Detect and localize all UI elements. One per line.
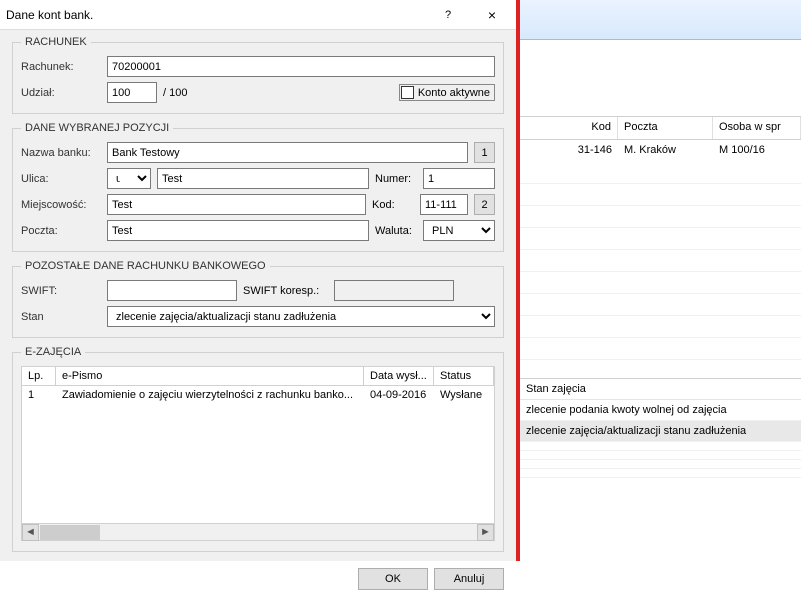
stan-zajecia-empty [520, 442, 801, 451]
col-data[interactable]: Data wysł... [364, 367, 434, 385]
ulica-input[interactable] [157, 168, 369, 189]
cell-lp: 1 [22, 386, 56, 404]
ezajecia-row[interactable]: 1 Zawiadomienie o zajęciu wierzytelności… [22, 386, 494, 404]
cell-data: 04-09-2016 [364, 386, 434, 404]
dane-pozycji-legend: DANE WYBRANEJ POZYCJI [21, 122, 173, 134]
swift-koresp-label: SWIFT koresp.: [243, 285, 328, 297]
scroll-thumb[interactable] [40, 525, 100, 540]
stan-zajecia-empty [520, 460, 801, 469]
poczta-input[interactable] [107, 220, 369, 241]
stan-zajecia-panel: Stan zajęcia zlecenie podania kwoty woln… [520, 378, 801, 478]
dialog-title: Dane kont bank. [6, 8, 93, 22]
pozostale-legend: POZOSTAŁE DANE RACHUNKU BANKOWEGO [21, 260, 270, 272]
help-icon: ? [445, 9, 451, 21]
help-button[interactable]: ? [426, 1, 470, 29]
ezajecia-header-row: Lp. e-Pismo Data wysł... Status [22, 367, 494, 386]
nazwa-banku-label: Nazwa banku: [21, 147, 101, 159]
waluta-label: Waluta: [375, 225, 417, 237]
ok-button[interactable]: OK [358, 568, 428, 590]
chevron-right-icon: ► [480, 526, 491, 538]
dane-pozycji-panel: DANE WYBRANEJ POZYCJI Nazwa banku: 1 Uli… [12, 122, 504, 252]
stan-zajecia-empty [520, 469, 801, 478]
grid-cell-kod: 31-146 [520, 140, 618, 162]
nazwa-lookup-button[interactable]: 1 [474, 142, 495, 163]
scroll-left-button[interactable]: ◄ [22, 524, 39, 541]
chevron-left-icon: ◄ [25, 526, 36, 538]
rachunek-label: Rachunek: [21, 61, 101, 73]
grid-header-row: Kod Poczta Osoba w spr [520, 116, 801, 140]
udzial-suffix: / 100 [163, 87, 187, 99]
dialog-dane-kont-bank: Dane kont bank. ? × RACHUNEK Rachunek: U… [0, 0, 520, 561]
kod-label: Kod: [372, 199, 414, 211]
grid-head-kod[interactable]: Kod [520, 117, 618, 139]
konto-aktywne-label: Konto aktywne [418, 87, 490, 99]
grid-empty-lines [520, 162, 801, 378]
col-epismo[interactable]: e-Pismo [56, 367, 364, 385]
cell-epismo: Zawiadomienie o zajęciu wierzytelności z… [56, 386, 364, 404]
col-status[interactable]: Status [434, 367, 494, 385]
stan-zajecia-item[interactable]: zlecenie podania kwoty wolnej od zajęcia [520, 400, 801, 421]
ezajecia-hscrollbar[interactable]: ◄ ► [22, 523, 494, 540]
ezajecia-panel: E-ZAJĘCIA Lp. e-Pismo Data wysł... Statu… [12, 346, 504, 552]
checkbox-box-icon [401, 86, 414, 99]
nazwa-banku-input[interactable] [107, 142, 468, 163]
stan-zajecia-empty [520, 451, 801, 460]
stan-zajecia-header: Stan zajęcia [520, 379, 801, 400]
grid-cell-poczta: M. Kraków [618, 140, 713, 162]
stan-zajecia-item-selected[interactable]: zlecenie zajęcia/aktualizacji stanu zadł… [520, 421, 801, 442]
scroll-right-button[interactable]: ► [477, 524, 494, 541]
grid-cell-osoba: M 100/16 [713, 140, 801, 162]
close-button[interactable]: × [470, 1, 514, 29]
numer-input[interactable] [423, 168, 495, 189]
kod-lookup-button[interactable]: 2 [474, 194, 495, 215]
miejscowosc-input[interactable] [107, 194, 366, 215]
background-top-band [520, 0, 801, 40]
swift-input[interactable] [107, 280, 237, 301]
close-icon: × [488, 7, 496, 23]
rachunek-panel: RACHUNEK Rachunek: Udział: / 100 Konto a… [12, 36, 504, 114]
waluta-select[interactable]: PLN [423, 220, 495, 241]
rachunek-input[interactable] [107, 56, 495, 77]
grid-head-poczta[interactable]: Poczta [618, 117, 713, 139]
grid-data-row[interactable]: 31-146 M. Kraków M 100/16 [520, 140, 801, 162]
poczta-label: Poczta: [21, 225, 101, 237]
col-lp[interactable]: Lp. [22, 367, 56, 385]
stan-label: Stan [21, 311, 101, 323]
titlebar: Dane kont bank. ? × [0, 0, 516, 30]
grid-head-osoba[interactable]: Osoba w spr [713, 117, 801, 139]
udzial-input[interactable] [107, 82, 157, 103]
background-panel: Kod Poczta Osoba w spr 31-146 M. Kraków … [520, 0, 801, 561]
cancel-button[interactable]: Anuluj [434, 568, 504, 590]
swift-label: SWIFT: [21, 285, 101, 297]
konto-aktywne-checkbox[interactable]: Konto aktywne [399, 84, 495, 101]
kod-input[interactable] [420, 194, 468, 215]
rachunek-legend: RACHUNEK [21, 36, 91, 48]
cell-status: Wysłane [434, 386, 494, 404]
udzial-label: Udział: [21, 87, 101, 99]
swift-koresp-input[interactable] [334, 280, 454, 301]
pozostale-panel: POZOSTAŁE DANE RACHUNKU BANKOWEGO SWIFT:… [12, 260, 504, 338]
miejscowosc-label: Miejscowość: [21, 199, 101, 211]
ulica-type-select[interactable]: ul. [107, 168, 151, 189]
ezajecia-table: Lp. e-Pismo Data wysł... Status 1 Zawiad… [21, 366, 495, 541]
ezajecia-legend: E-ZAJĘCIA [21, 346, 85, 358]
numer-label: Numer: [375, 173, 417, 185]
stan-select[interactable]: zlecenie zajęcia/aktualizacji stanu zadł… [107, 306, 495, 327]
ulica-label: Ulica: [21, 173, 101, 185]
dialog-footer: OK Anuluj [0, 560, 516, 600]
